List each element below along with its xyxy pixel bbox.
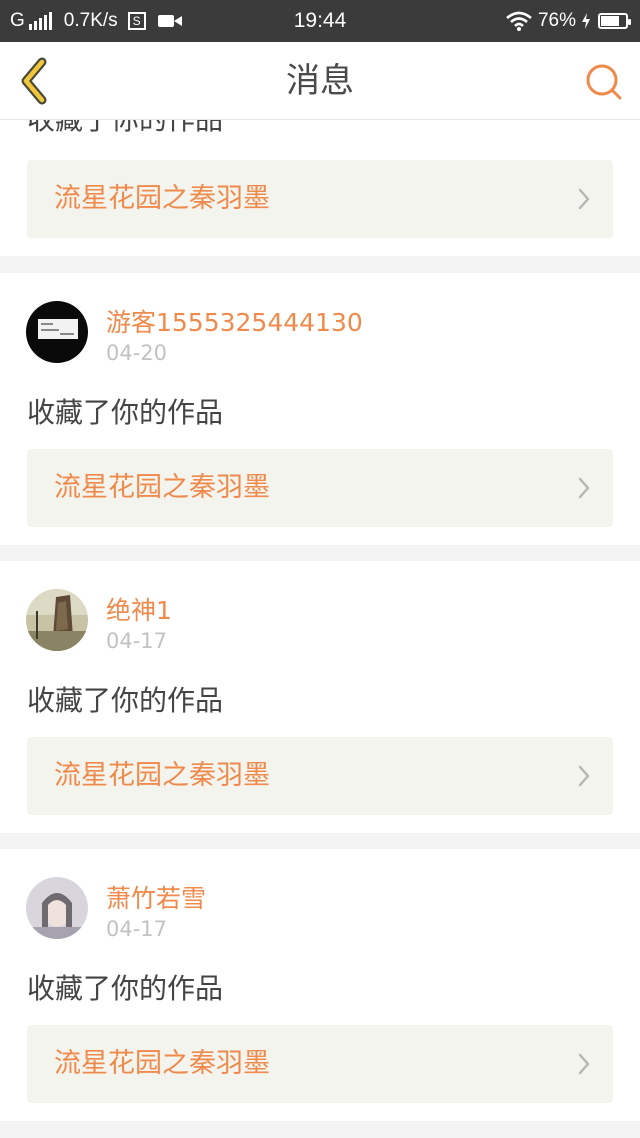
avatar[interactable] [26,589,88,651]
work-title: 流星花园之秦羽墨 [54,183,270,214]
status-right: 76% [506,0,631,42]
work-link[interactable]: 流星花园之秦羽墨 [27,160,613,238]
message-list[interactable]: 收藏了你的作品 流星花园之秦羽墨 游客1555325444130 04-20 收… [0,120,640,1138]
charging-icon [582,13,590,29]
battery-icon [598,13,631,29]
message-date: 04-20 [106,341,168,365]
nav-bar: 消息 [0,42,640,120]
message-card: 游客1555325444130 04-20 收藏了你的作品 流星花园之秦羽墨 [0,273,640,545]
avatar-image [26,877,88,939]
work-title: 流星花园之秦羽墨 [54,472,270,503]
work-link[interactable]: 流星花园之秦羽墨 [27,737,613,815]
page-title: 消息 [286,61,354,101]
battery-percent: 76% [537,10,576,31]
message-action: 收藏了你的作品 [27,972,224,1005]
search-button[interactable] [582,60,626,104]
username[interactable]: 绝神1 [106,591,172,627]
search-icon [586,64,622,100]
username[interactable]: 萧竹若雪 [106,879,206,915]
message-date: 04-17 [106,917,168,941]
avatar[interactable] [26,301,88,363]
wifi-icon [506,11,532,31]
message-action: 收藏了你的作品 [27,120,223,138]
chevron-right-icon [578,188,590,210]
avatar-image [26,301,88,363]
message-date: 04-17 [106,629,168,653]
work-link[interactable]: 流星花园之秦羽墨 [27,449,613,527]
divider [0,256,640,273]
work-title: 流星花园之秦羽墨 [54,760,270,791]
chevron-right-icon [578,765,590,787]
status-bar: G 0.7K/s S 19:44 76% [0,0,640,42]
message-card: 绝神1 04-17 收藏了你的作品 流星花园之秦羽墨 [0,561,640,833]
avatar-image [26,589,88,651]
message-card: 萧竹若雪 04-17 收藏了你的作品 流星花园之秦羽墨 [0,849,640,1121]
message-action: 收藏了你的作品 [27,684,224,717]
work-link[interactable]: 流星花园之秦羽墨 [27,1025,613,1103]
chevron-right-icon [578,477,590,499]
username[interactable]: 游客1555325444130 [106,303,363,339]
divider [0,1121,640,1137]
divider [0,545,640,561]
chevron-right-icon [578,1053,590,1075]
divider [0,833,640,849]
message-card: 收藏了你的作品 流星花园之秦羽墨 [0,120,640,256]
work-title: 流星花园之秦羽墨 [54,1048,270,1079]
avatar[interactable] [26,877,88,939]
message-action: 收藏了你的作品 [27,396,224,429]
